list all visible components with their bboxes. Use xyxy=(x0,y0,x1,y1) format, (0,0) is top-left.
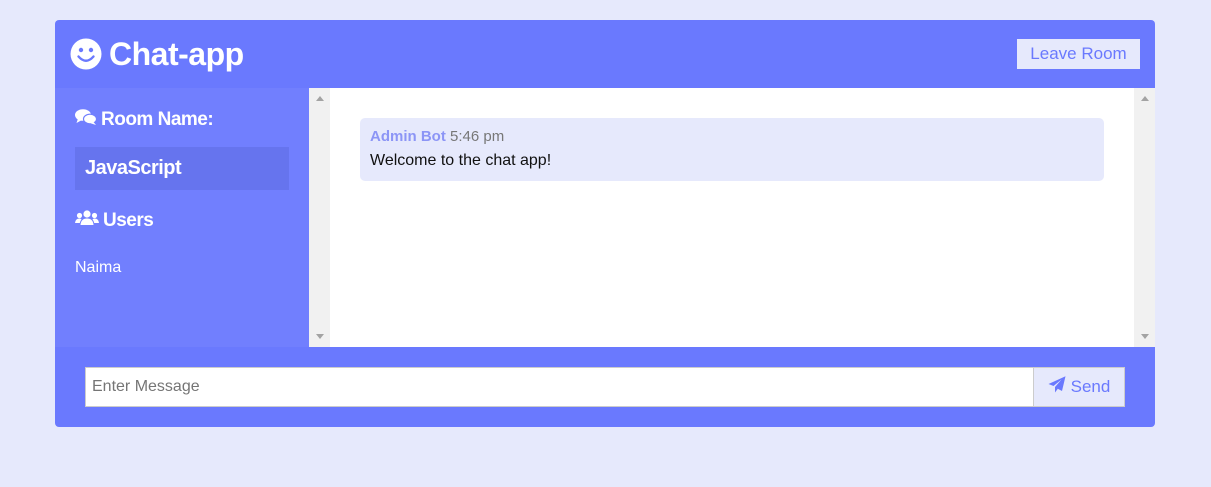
sidebar-scrollbar[interactable] xyxy=(309,88,330,347)
app-title: Chat-app xyxy=(109,35,244,72)
users-list: Naima xyxy=(75,259,289,277)
room-name-heading: Room Name: xyxy=(75,108,289,132)
users-icon xyxy=(75,209,99,233)
leave-room-button[interactable]: Leave Room xyxy=(1017,39,1140,69)
smile-icon xyxy=(70,38,102,70)
send-button[interactable]: Send xyxy=(1033,367,1125,407)
chat-container: Chat-app Leave Room Room Name: JavaScrip… xyxy=(55,20,1155,427)
comments-icon xyxy=(75,108,98,132)
send-label: Send xyxy=(1070,377,1111,396)
message-text: Welcome to the chat app! xyxy=(370,152,552,169)
user-item: Naima xyxy=(75,259,122,276)
brand: Chat-app xyxy=(70,36,244,73)
chat-main: Room Name: JavaScript Users Naima Admin … xyxy=(55,88,1155,347)
message: Admin Bot 5:46 pm Welcome to the chat ap… xyxy=(360,118,1104,181)
message-meta: Admin Bot 5:46 pm xyxy=(370,128,1094,145)
users-heading-label: Users xyxy=(103,210,154,231)
chat-sidebar: Room Name: JavaScript Users Naima xyxy=(55,88,309,347)
users-heading: Users xyxy=(75,209,289,233)
scroll-down-arrow-icon[interactable] xyxy=(1140,334,1149,339)
messages-scrollbar[interactable] xyxy=(1134,88,1155,347)
room-name: JavaScript xyxy=(75,147,289,190)
scroll-down-arrow-icon[interactable] xyxy=(315,334,324,339)
message-input[interactable] xyxy=(85,367,1033,407)
message-author: Admin Bot xyxy=(370,128,446,145)
scroll-up-arrow-icon[interactable] xyxy=(315,96,324,101)
scroll-up-arrow-icon[interactable] xyxy=(1140,96,1149,101)
chat-header: Chat-app Leave Room xyxy=(55,20,1155,88)
message-time: 5:46 pm xyxy=(450,128,505,145)
room-name-heading-label: Room Name: xyxy=(101,109,214,130)
paper-plane-icon xyxy=(1048,376,1066,398)
chat-form: Send xyxy=(55,347,1155,427)
chat-messages: Admin Bot 5:46 pm Welcome to the chat ap… xyxy=(330,88,1134,347)
